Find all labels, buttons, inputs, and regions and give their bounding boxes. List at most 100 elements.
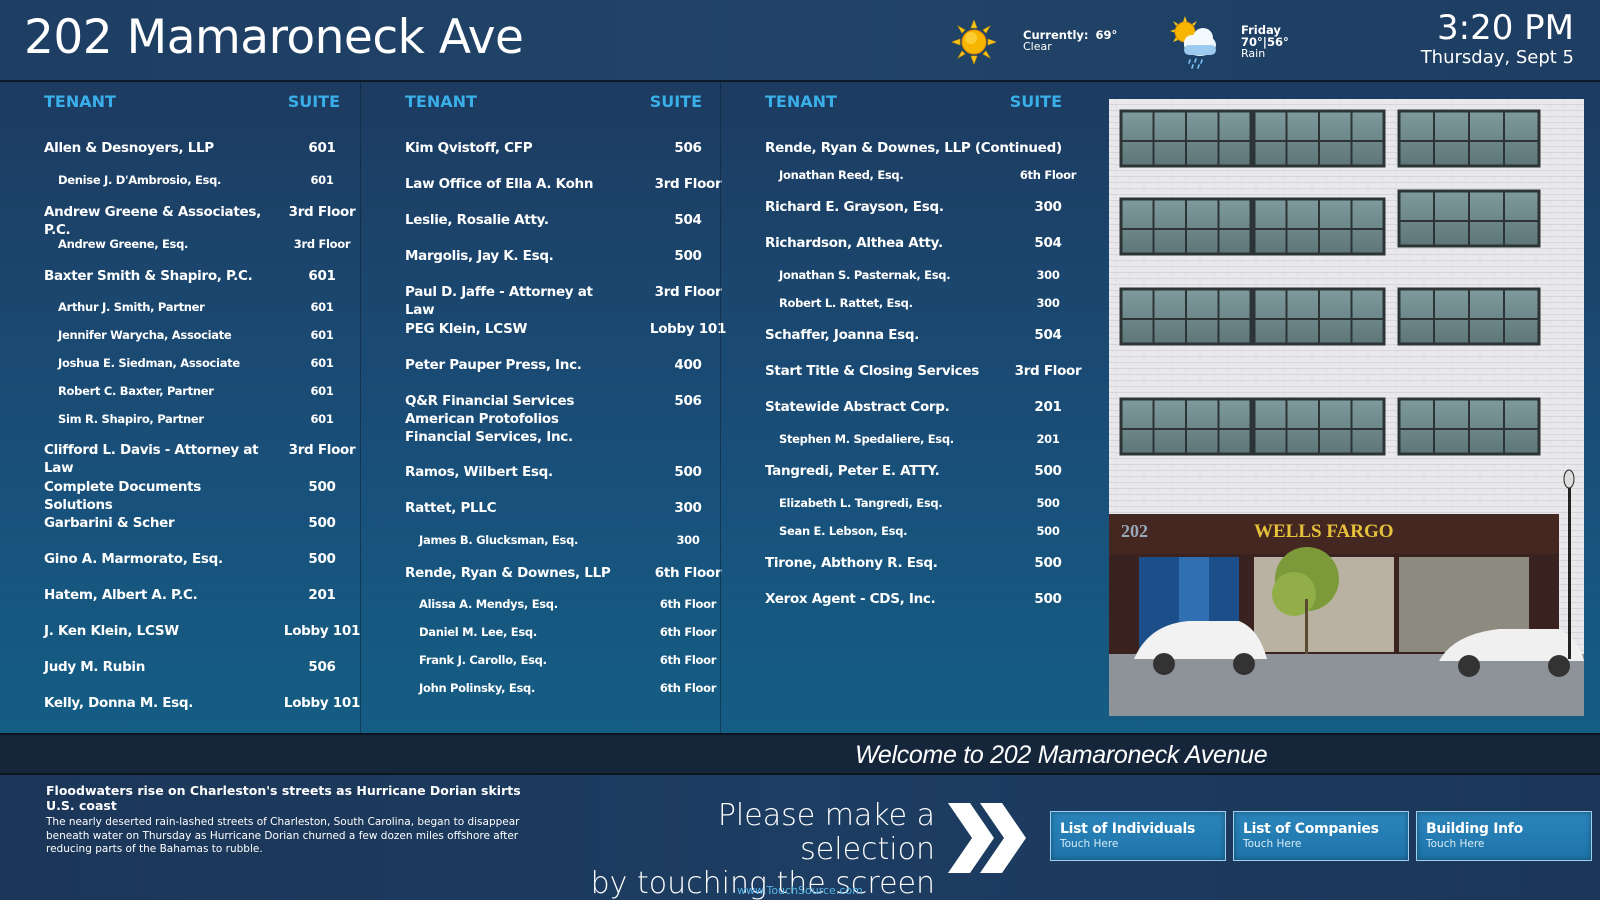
tenant-name: Judy M. Rubin xyxy=(44,659,146,675)
directory-column-2: TENANT SUITE Kim Qvistoff, CFP 506 Law Off… xyxy=(360,82,726,733)
tenant-name: Allen & Desnoyers, LLP xyxy=(44,140,214,156)
button-sublabel: Touch Here xyxy=(1426,838,1485,850)
tenant-suite: 506 xyxy=(308,659,336,675)
tenant-name: Andrew Greene, Esq. xyxy=(58,237,189,251)
button-label: Building Info xyxy=(1426,821,1523,837)
tenant-name: Garbarini & Scher xyxy=(44,515,175,531)
tenant-name: Peter Pauper Press, Inc. xyxy=(405,357,582,373)
building-info-button[interactable]: Building Info Touch Here xyxy=(1416,811,1592,861)
list-of-individuals-button[interactable]: List of Individuals Touch Here xyxy=(1050,811,1226,861)
prompt-line-1: Please make a selection xyxy=(717,798,935,867)
tenant-suite: 500 xyxy=(1036,524,1060,538)
tenant-name: Richardson, Althea Atty. xyxy=(765,235,943,251)
tenant-name: Leslie, Rosalie Atty. xyxy=(405,212,549,228)
tenant-name: Law Office of Ella A. Kohn xyxy=(405,176,594,192)
footer: Floodwaters rise on Charleston's streets… xyxy=(0,775,1600,900)
tenant-name: Clifford L. Davis - Attorney at Law xyxy=(44,442,259,476)
tenant-suite: 601 xyxy=(310,328,334,342)
tenant-name: J. Ken Klein, LCSW xyxy=(44,623,179,639)
sun-icon xyxy=(952,20,996,64)
suite-header: SUITE xyxy=(649,92,702,111)
tenant-suite: 500 xyxy=(1034,591,1062,607)
tenant-header: TENANT xyxy=(44,92,116,111)
tenant-name: Hatem, Albert A. P.C. xyxy=(44,587,198,603)
tenant-name: Andrew Greene & Associates, P.C. xyxy=(44,204,261,238)
tenant-name: Arthur J. Smith, Partner xyxy=(58,300,205,314)
tenant-name: Ramos, Wilbert Esq. xyxy=(405,464,553,480)
news-item: Floodwaters rise on Charleston's streets… xyxy=(46,783,546,857)
tenant-suite: 500 xyxy=(308,515,336,531)
tenant-suite: 3rd Floor xyxy=(288,442,356,458)
news-body: The nearly deserted rain-lashed streets … xyxy=(46,816,520,855)
tenant-name: Paul D. Jaffe - Attorney at Law xyxy=(405,284,593,318)
welcome-ticker: Welcome to 202 Mamaroneck Avenue xyxy=(0,733,1600,775)
building-photo: 202 WELLS FARGO xyxy=(1109,99,1584,716)
tenant-name: Robert L. Rattet, Esq. xyxy=(779,296,913,310)
tenant-suite: 601 xyxy=(310,384,334,398)
tenant-name: Richard E. Grayson, Esq. xyxy=(765,199,944,215)
tenant-name: Jonathan Reed, Esq. xyxy=(779,168,904,182)
ticker-text: Welcome to 202 Mamaroneck Avenue xyxy=(855,741,1268,769)
tenant-suite: 500 xyxy=(308,479,336,495)
tenant-name: Daniel M. Lee, Esq. xyxy=(419,625,537,639)
tenant-suite: 500 xyxy=(308,551,336,567)
clock: 3:20 PM Thursday, Sept 5 xyxy=(1421,8,1574,68)
tenant-name: Jonathan S. Pasternak, Esq. xyxy=(779,268,951,282)
clock-date: Thursday, Sept 5 xyxy=(1420,47,1574,68)
directory-column-3: TENANT SUITE Rende, Ryan & Downes, LLP (… xyxy=(720,82,1082,733)
tenant-name: Elizabeth L. Tangredi, Esq. xyxy=(779,496,943,510)
tenant-name: John Polinsky, Esq. xyxy=(419,681,536,695)
tenant-suite: 3rd Floor xyxy=(288,204,356,220)
column-header: TENANT SUITE xyxy=(0,92,360,112)
tenant-name: Xerox Agent - CDS, Inc. xyxy=(765,591,936,607)
tenant-name: Denise J. D'Ambrosio, Esq. xyxy=(58,173,222,187)
column-header: TENANT SUITE xyxy=(721,92,1080,112)
tenant-name: Sean E. Lebson, Esq. xyxy=(779,524,908,538)
tenant-name: Stephen M. Spedaliere, Esq. xyxy=(779,432,954,446)
tenant-suite: 601 xyxy=(308,140,336,156)
tenant-name: Complete Documents Solutions xyxy=(44,479,202,513)
clock-time: 3:20 PM xyxy=(1437,8,1574,48)
tenant-header: TENANT xyxy=(765,92,837,111)
tenant-suite: 500 xyxy=(1036,496,1060,510)
tenant-suite: 500 xyxy=(1034,555,1062,571)
tenant-name: Alissa A. Mendys, Esq. xyxy=(419,597,558,611)
tenant-name: Rattet, PLLC xyxy=(405,500,497,516)
button-label: List of Companies xyxy=(1243,821,1379,837)
tenant-name: Kim Qvistoff, CFP xyxy=(405,140,533,156)
tenant-suite: 601 xyxy=(310,356,334,370)
button-sublabel: Touch Here xyxy=(1243,838,1302,850)
current-condition: Clear xyxy=(1023,40,1052,53)
tenant-name: Baxter Smith & Shapiro, P.C. xyxy=(44,268,253,284)
directory-column-1: TENANT SUITE Allen & Desnoyers, LLP 601 De… xyxy=(0,82,360,733)
tenant-suite: Lobby 101 xyxy=(283,695,361,711)
tenant-suite: 500 xyxy=(1034,463,1062,479)
tenant-suite: 300 xyxy=(1036,268,1060,282)
tenant-name: Margolis, Jay K. Esq. xyxy=(405,248,554,264)
signage-number: 202 xyxy=(1121,521,1148,541)
list-of-companies-button[interactable]: List of Companies Touch Here xyxy=(1233,811,1409,861)
site-url[interactable]: www.TouchSource.com xyxy=(737,884,863,897)
button-sublabel: Touch Here xyxy=(1060,838,1119,850)
tenant-name: Q&R Financial Services American Protofol… xyxy=(405,393,575,445)
tenant-suite: 601 xyxy=(308,268,336,284)
tenant-name: Schaffer, Joanna Esq. xyxy=(765,327,920,343)
tenant-name: Frank J. Carollo, Esq. xyxy=(419,653,547,667)
tenant-name: Jennifer Warycha, Associate xyxy=(58,328,232,342)
tenant-suite: 3rd Floor xyxy=(1014,363,1082,379)
tenant-suite: 201 xyxy=(1034,399,1062,415)
tenant-suite: 6th Floor xyxy=(1019,168,1077,182)
tenant-name: Statewide Abstract Corp. xyxy=(765,399,950,415)
tenant-name: Joshua E. Siedman, Associate xyxy=(58,356,240,370)
tenant-suite: 601 xyxy=(310,173,334,187)
tenant-suite: 504 xyxy=(1034,327,1062,343)
suite-header: SUITE xyxy=(287,92,340,111)
double-chevron-right-icon xyxy=(948,803,1026,873)
tenant-name: James B. Glucksman, Esq. xyxy=(419,533,579,547)
tenant-name: Gino A. Marmorato, Esq. xyxy=(44,551,223,567)
current-weather: Currently: 69° Clear xyxy=(1023,29,1117,53)
tenant-suite: 300 xyxy=(1034,199,1062,215)
tenant-header: TENANT xyxy=(405,92,477,111)
tenant-name: Rende, Ryan & Downes, LLP (Continued) xyxy=(765,140,1062,156)
tenant-name: Rende, Ryan & Downes, LLP xyxy=(405,565,611,581)
